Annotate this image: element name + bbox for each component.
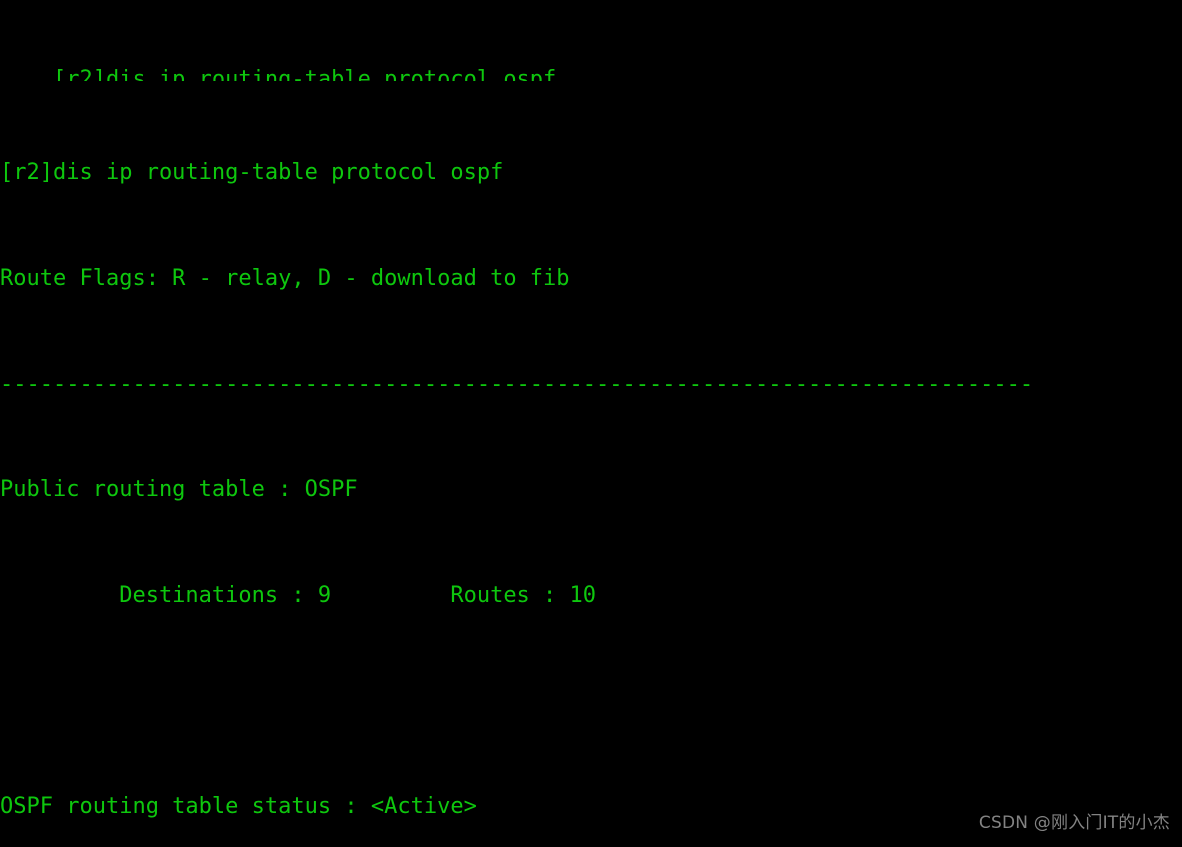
- public-routing-table-title: Public routing table : OSPF: [0, 477, 358, 503]
- route-flags-legend: Route Flags: R - relay, D - download to …: [0, 266, 570, 292]
- partial-scrollback-line: [r2]dis ip routing-table protocol ospf: [0, 67, 557, 82]
- command-prompt-line: [r2]dis ip routing-table protocol ospf: [0, 160, 504, 186]
- terminal-window[interactable]: [r2]dis ip routing-table protocol ospf […: [0, 0, 1182, 847]
- csdn-watermark: CSDN @刚入门IT的小杰: [978, 813, 1170, 833]
- public-routing-table-counts: Destinations : 9 Routes : 10: [0, 582, 597, 608]
- terminal-output: [r2]dis ip routing-table protocol ospf […: [0, 0, 1182, 847]
- separator-rule: ----------------------------------------…: [0, 371, 1034, 397]
